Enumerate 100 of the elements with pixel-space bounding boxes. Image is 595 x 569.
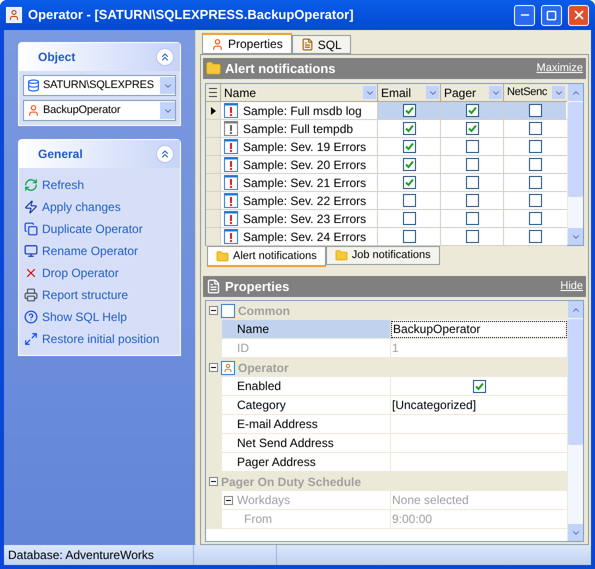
operator-icon <box>27 104 40 117</box>
checkbox[interactable] <box>402 140 416 153</box>
column-header[interactable]: Name <box>220 84 377 101</box>
checkbox[interactable] <box>528 194 542 207</box>
minimize-button[interactable] <box>514 4 535 26</box>
maximize-link[interactable]: Maximize <box>536 60 583 77</box>
checkbox[interactable] <box>466 176 478 189</box>
action-link[interactable]: Report structure <box>24 284 175 306</box>
checkbox[interactable] <box>466 212 478 225</box>
row-header[interactable] <box>206 102 220 119</box>
property-value[interactable]: [Uncategorized] <box>391 396 567 414</box>
property-label: Net Send Address <box>236 435 334 452</box>
checkbox[interactable] <box>466 158 478 171</box>
table-cell-text: Sample: Sev. 24 Errors <box>243 228 366 246</box>
column-header[interactable]: Pager <box>440 84 503 101</box>
checkbox[interactable] <box>402 122 416 135</box>
table-cell-text: Sample: Sev. 20 Errors <box>243 156 366 174</box>
restore-icon <box>24 332 38 346</box>
tab[interactable]: SQL <box>292 35 351 54</box>
tab[interactable]: Job notifications <box>326 246 440 265</box>
panel-title: General <box>38 146 83 163</box>
action-link[interactable]: Restore initial position <box>24 328 175 350</box>
property-label: Category <box>236 397 286 414</box>
properties-icon <box>206 279 221 294</box>
collapse-icon[interactable] <box>209 363 218 372</box>
double-chevron-icon <box>159 51 171 63</box>
action-link[interactable]: Show SQL Help <box>24 306 175 328</box>
collapse-icon[interactable] <box>209 477 218 486</box>
cross-icon <box>24 266 38 280</box>
table-cell-text: Sample: Sev. 22 Errors <box>243 192 366 210</box>
table-cell-text: Sample: Full tempdb <box>243 120 354 138</box>
table-cell-text: Sample: Sev. 23 Errors <box>243 210 366 228</box>
printer-icon <box>24 288 38 302</box>
checkbox[interactable] <box>402 158 416 171</box>
copy-icon <box>24 222 38 236</box>
refresh-icon <box>24 178 38 192</box>
checkbox[interactable] <box>466 122 478 135</box>
checkbox[interactable] <box>528 140 542 153</box>
tab[interactable]: Properties <box>202 33 292 54</box>
checkbox[interactable] <box>466 104 478 117</box>
status-text: Database: AdventureWorks <box>4 545 194 565</box>
operator-icon <box>6 7 22 23</box>
column-header[interactable]: Email <box>377 84 440 101</box>
folder-icon <box>216 250 229 262</box>
server-icon <box>27 79 40 92</box>
checkbox[interactable] <box>466 230 478 243</box>
checkbox[interactable] <box>402 230 416 243</box>
scrollbar-thumb[interactable] <box>568 319 583 445</box>
checkbox[interactable] <box>528 212 542 225</box>
help-icon <box>24 310 38 324</box>
tab[interactable]: Alert notifications <box>207 246 326 267</box>
checkbox[interactable] <box>472 380 486 392</box>
category-label: Pager On Duty Schedule <box>221 474 362 490</box>
window-title: Operator - [SATURN\SQLEXPRESS.BackupOperator] <box>28 6 355 24</box>
table-cell-text: Sample: Sev. 19 Errors <box>243 138 366 156</box>
checkbox[interactable] <box>466 194 478 207</box>
category-label: Operator <box>238 360 289 376</box>
checkbox[interactable] <box>402 104 416 117</box>
maximize-icon <box>546 10 557 20</box>
action-link[interactable]: Drop Operator <box>24 262 175 284</box>
checkbox[interactable] <box>402 212 416 225</box>
folder-icon <box>334 249 348 262</box>
collapse-button[interactable] <box>156 48 174 66</box>
object-dropdown[interactable]: BackupOperator <box>23 100 176 121</box>
checkbox[interactable] <box>528 176 542 189</box>
checkbox[interactable] <box>402 194 416 207</box>
property-label: ID <box>236 340 249 357</box>
property-label: Workdays <box>237 492 290 509</box>
property-label: Name <box>236 321 270 338</box>
category-label: Common <box>238 302 290 320</box>
checkbox[interactable] <box>528 104 542 117</box>
checkbox[interactable] <box>402 176 416 189</box>
table-cell-text: Sample: Full msdb log <box>243 102 362 120</box>
document-icon <box>300 38 314 51</box>
object-dropdown[interactable]: SATURN\SQLEXPRES <box>23 75 176 96</box>
checkbox[interactable] <box>466 140 478 153</box>
hide-link[interactable]: Hide <box>560 278 583 295</box>
checkbox[interactable] <box>528 122 542 135</box>
property-label-cell[interactable]: Name <box>222 320 391 338</box>
property-value[interactable]: BackupOperator <box>391 320 567 338</box>
action-link[interactable]: Duplicate Operator <box>24 218 175 240</box>
collapse-icon[interactable] <box>209 306 218 315</box>
property-label: Pager Address <box>236 454 316 471</box>
property-label: From <box>243 511 272 528</box>
close-button[interactable] <box>568 4 589 26</box>
close-icon <box>572 8 586 22</box>
operator-icon <box>211 38 224 50</box>
folder-icon <box>206 61 221 76</box>
action-link[interactable]: Apply changes <box>24 196 175 218</box>
collapse-button[interactable] <box>156 145 174 163</box>
column-header[interactable]: NetSenc <box>503 84 566 101</box>
action-link[interactable]: Refresh <box>24 174 175 196</box>
table-cell-text: Sample: Sev. 21 Errors <box>243 174 366 192</box>
scrollbar-thumb[interactable] <box>568 102 583 197</box>
column-chooser-icon[interactable] <box>209 88 217 97</box>
lightning-icon <box>24 200 38 214</box>
checkbox[interactable] <box>528 158 542 171</box>
checkbox[interactable] <box>528 230 542 243</box>
maximize-button[interactable] <box>541 4 562 26</box>
action-link[interactable]: Rename Operator <box>24 240 175 262</box>
